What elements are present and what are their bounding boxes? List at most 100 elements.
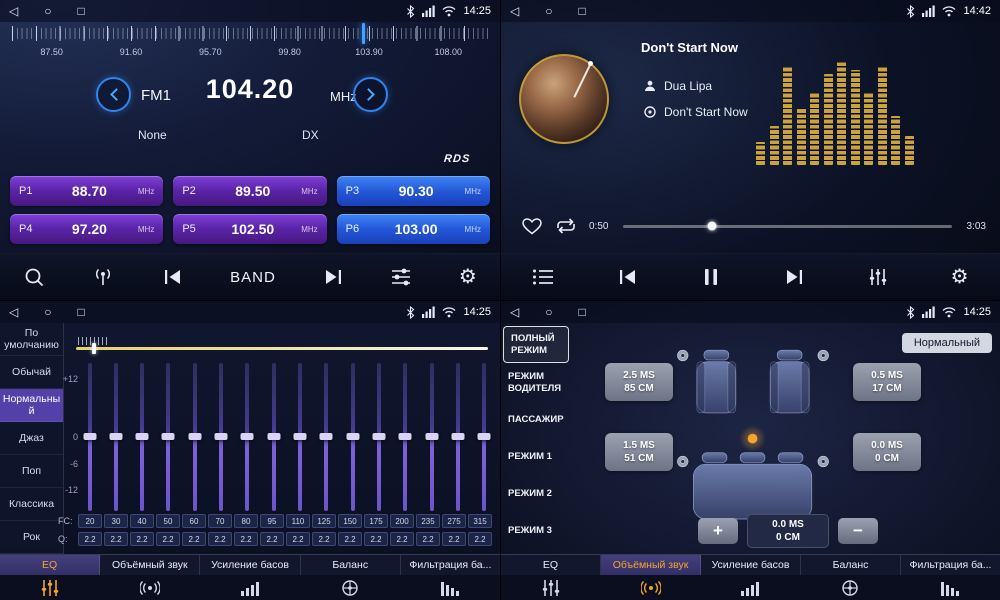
slider-knob[interactable] [241, 433, 254, 440]
home-icon[interactable]: ○ [44, 0, 51, 22]
eq-band-slider[interactable] [424, 363, 439, 511]
eq-preset-rock[interactable]: Рок [0, 521, 63, 554]
tab-eq[interactable]: EQ [0, 555, 100, 575]
eq-preset-classic[interactable]: Классика [0, 488, 63, 521]
bass-boost-icon[interactable] [200, 575, 300, 600]
tab-eq[interactable]: EQ [501, 555, 601, 575]
slider-knob[interactable] [452, 433, 465, 440]
settings-gear-icon[interactable]: ⚙ [951, 267, 969, 287]
preset-button-p1[interactable]: P1 88.70 MHz [10, 176, 163, 206]
search-icon[interactable] [23, 266, 45, 288]
eq-band-slider[interactable] [451, 363, 466, 511]
slider-knob[interactable] [294, 433, 307, 440]
eq-band-slider[interactable] [161, 363, 176, 511]
preset-button-p2[interactable]: P2 89.50 MHz [173, 176, 326, 206]
tuner-sliders-icon[interactable] [390, 267, 412, 287]
delay-rear-left[interactable]: 1.5 MS 51 CM [605, 433, 673, 471]
slider-knob[interactable] [346, 433, 359, 440]
previous-icon[interactable] [617, 267, 639, 287]
repeat-icon[interactable] [554, 218, 578, 234]
mode-driver[interactable]: РЕЖИМ ВОДИТЕЛЯ [501, 364, 571, 401]
recents-icon[interactable]: □ [77, 301, 84, 323]
tab-filter[interactable]: Фильтрация ба... [401, 555, 500, 575]
tune-down-button[interactable] [96, 77, 131, 112]
surround-icon[interactable] [100, 575, 200, 600]
slider-knob[interactable] [267, 433, 280, 440]
listening-position-dot[interactable] [748, 434, 758, 444]
mode-full[interactable]: ПОЛНЫЙ РЕЖИМ [503, 326, 569, 363]
slider-knob[interactable] [320, 433, 333, 440]
previous-icon[interactable] [162, 267, 184, 287]
mode-3[interactable]: РЕЖИМ 3 [501, 512, 571, 549]
eq-preset-default[interactable]: По умолчанию [0, 323, 63, 356]
master-slider-knob[interactable] [92, 343, 96, 354]
eq-sliders-icon[interactable] [0, 575, 100, 600]
mode-2[interactable]: РЕЖИМ 2 [501, 475, 571, 512]
eq-band-slider[interactable] [266, 363, 281, 511]
tab-bass-boost[interactable]: Усиление басов [701, 555, 801, 575]
recents-icon[interactable]: □ [578, 301, 585, 323]
tab-balance[interactable]: Баланс [301, 555, 401, 575]
back-icon[interactable]: ◁ [9, 301, 18, 323]
heart-icon[interactable] [521, 217, 543, 236]
eq-band-slider[interactable] [345, 363, 360, 511]
filter-icon[interactable] [400, 575, 500, 600]
recents-icon[interactable]: □ [578, 0, 585, 22]
eq-preset-normal[interactable]: Нормальный [0, 389, 63, 422]
eq-band-slider[interactable] [372, 363, 387, 511]
tab-surround[interactable]: Объёмный звук [100, 555, 200, 575]
home-icon[interactable]: ○ [44, 301, 51, 323]
tab-balance[interactable]: Баланс [801, 555, 901, 575]
preset-button-p5[interactable]: P5 102.50 MHz [173, 214, 326, 244]
mode-1[interactable]: РЕЖИМ 1 [501, 438, 571, 475]
slider-knob[interactable] [399, 433, 412, 440]
eq-band-slider[interactable] [214, 363, 229, 511]
eq-band-slider[interactable] [240, 363, 255, 511]
preset-button-p6[interactable]: P6 103.00 MHz [337, 214, 490, 244]
balance-icon[interactable] [300, 575, 400, 600]
scan-antenna-icon[interactable] [91, 266, 115, 288]
frequency-pointer[interactable] [362, 23, 365, 44]
slider-knob[interactable] [109, 433, 122, 440]
slider-knob[interactable] [83, 433, 96, 440]
slider-knob[interactable] [478, 433, 491, 440]
increase-delay-button[interactable]: + [698, 518, 738, 544]
eq-band-slider[interactable] [319, 363, 334, 511]
eq-band-slider[interactable] [82, 363, 97, 511]
eq-preset-jazz[interactable]: Джаз [0, 422, 63, 455]
next-icon[interactable] [783, 267, 805, 287]
slider-knob[interactable] [136, 433, 149, 440]
slider-knob[interactable] [162, 433, 175, 440]
eq-band-slider[interactable] [135, 363, 150, 511]
back-icon[interactable]: ◁ [9, 0, 18, 22]
slider-knob[interactable] [215, 433, 228, 440]
eq-sliders-icon[interactable] [501, 575, 601, 600]
home-icon[interactable]: ○ [545, 301, 552, 323]
eq-band-slider[interactable] [187, 363, 202, 511]
balance-icon[interactable] [800, 575, 900, 600]
dx-mode-label[interactable]: DX [302, 128, 319, 142]
surround-icon[interactable] [601, 575, 701, 600]
back-icon[interactable]: ◁ [510, 0, 519, 22]
delay-front-right[interactable]: 0.5 MS 17 CM [853, 363, 921, 401]
back-icon[interactable]: ◁ [510, 301, 519, 323]
filter-icon[interactable] [900, 575, 1000, 600]
slider-knob[interactable] [373, 433, 386, 440]
eq-band-slider[interactable] [477, 363, 492, 511]
sound-preset-button[interactable]: Нормальный [902, 333, 992, 353]
progress-bar[interactable] [623, 225, 951, 228]
eq-band-slider[interactable] [108, 363, 123, 511]
eq-band-slider[interactable] [398, 363, 413, 511]
band-button[interactable]: BAND [230, 269, 276, 286]
pause-icon[interactable] [702, 267, 720, 287]
tab-surround[interactable]: Объёмный звук [601, 555, 701, 575]
eq-band-slider[interactable] [293, 363, 308, 511]
frequency-scale[interactable]: 87.50 91.60 95.70 99.80 103.90 108.00 [12, 26, 488, 62]
preset-button-p3[interactable]: P3 90.30 MHz [337, 176, 490, 206]
delay-front-left[interactable]: 2.5 MS 85 CM [605, 363, 673, 401]
tab-bass-boost[interactable]: Усиление басов [200, 555, 300, 575]
next-icon[interactable] [322, 267, 344, 287]
progress-knob[interactable] [708, 222, 717, 231]
settings-gear-icon[interactable]: ⚙ [459, 267, 477, 287]
bass-boost-icon[interactable] [701, 575, 801, 600]
